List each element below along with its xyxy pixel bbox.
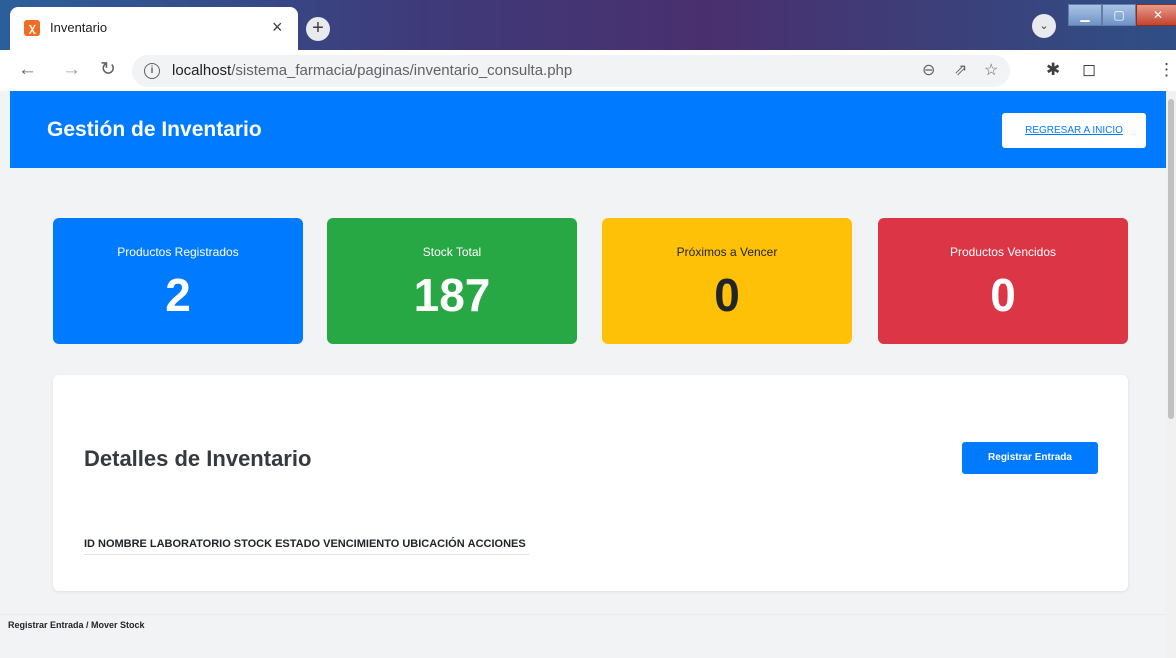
inventory-table-header: ID NOMBRE LABORATORIO STOCK ESTADO VENCI… (84, 538, 529, 555)
stat-card-productos-vencidos: Productos Vencidos 0 (878, 218, 1128, 344)
zoom-icon[interactable]: ⊖ (922, 60, 935, 80)
forward-arrow-icon[interactable]: → (62, 59, 81, 81)
page-header: Gestión de Inventario REGRESAR A INICIO (10, 91, 1166, 168)
info-icon[interactable]: i (144, 63, 160, 79)
stat-label: Productos Registrados (117, 245, 239, 259)
back-to-home-button[interactable]: REGRESAR A INICIO (1002, 113, 1146, 148)
minimize-icon[interactable]: ▁ (1068, 4, 1102, 26)
column-header-laboratorio: LABORATORIO (149, 538, 231, 550)
browser-toolbar: ← → ↻ i localhost/sistema_farmacia/pagin… (0, 50, 1176, 91)
column-header-nombre: NOMBRE (98, 538, 147, 550)
stat-value: 2 (165, 269, 191, 321)
stat-label: Productos Vencidos (949, 245, 1057, 259)
side-panel-icon[interactable]: ◻ (1082, 60, 1096, 80)
register-entry-button[interactable]: Registrar Entrada (962, 442, 1098, 474)
close-tab-icon[interactable]: × (272, 17, 283, 37)
address-bar[interactable]: i localhost/sistema_farmacia/paginas/inv… (132, 55, 1010, 87)
stat-value: 0 (990, 269, 1016, 321)
panel-title: Detalles de Inventario (84, 446, 312, 471)
inventory-details-panel: Detalles de Inventario Registrar Entrada… (53, 375, 1128, 591)
page-title: Gestión de Inventario (47, 118, 262, 141)
modal-title: Registrar Entrada / Mover Stock (8, 620, 145, 630)
menu-kebab-icon[interactable]: ⋮ (1158, 60, 1175, 80)
column-header-vencimiento: VENCIMIENTO (323, 538, 400, 550)
column-header-estado: ESTADO (275, 538, 321, 550)
reload-icon[interactable]: ↻ (100, 59, 116, 81)
stat-card-stock-total: Stock Total 187 (327, 218, 577, 344)
column-header-acciones: ACCIONES (467, 538, 526, 550)
scroll-thumb[interactable] (1168, 99, 1174, 419)
window-close-icon[interactable]: ✕ (1136, 4, 1176, 26)
browser-tab[interactable]: ꭓ Inventario × (10, 7, 298, 50)
page-scrollbar[interactable] (1166, 91, 1176, 658)
modal-section: Registrar Entrada / Mover Stock (0, 614, 1166, 658)
column-header-stock: STOCK (233, 538, 273, 550)
stat-value: 0 (714, 269, 740, 321)
url-text: localhost/sistema_farmacia/paginas/inven… (172, 62, 573, 79)
maximize-icon[interactable]: ▢ (1102, 4, 1136, 26)
stat-card-proximos-a-vencer: Próximos a Vencer 0 (602, 218, 852, 344)
browser-titlebar: ꭓ Inventario × + ⌄ ▁ ▢ ✕ (0, 0, 1176, 50)
column-header-id: ID (84, 538, 95, 550)
bookmark-star-icon[interactable]: ☆ (984, 60, 998, 80)
stat-card-productos-registrados: Productos Registrados 2 (53, 218, 303, 344)
tab-search-icon[interactable]: ⌄ (1032, 14, 1056, 38)
new-tab-button[interactable]: + (306, 17, 330, 41)
stat-value: 187 (413, 269, 491, 321)
back-arrow-icon[interactable]: ← (18, 59, 37, 81)
share-icon[interactable]: ⇗ (954, 60, 967, 80)
window-controls: ▁ ▢ ✕ (1068, 4, 1176, 26)
stat-label: Próximos a Vencer (676, 245, 778, 259)
column-header-ubicacion: UBICACIÓN (402, 538, 465, 550)
stat-label: Stock Total (422, 245, 482, 259)
extensions-icon[interactable]: ✱ (1046, 60, 1060, 80)
xampp-icon: ꭓ (24, 20, 40, 36)
tab-title: Inventario (50, 20, 108, 35)
